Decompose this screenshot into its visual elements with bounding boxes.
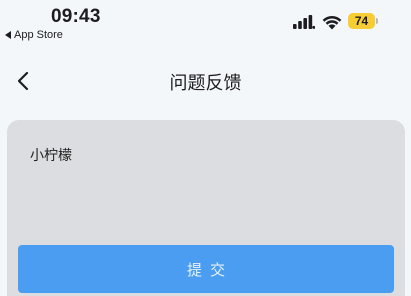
status-bar: 09:43 App Store 74: [0, 0, 411, 46]
wifi-icon: [322, 15, 342, 30]
battery-icon: 74: [348, 13, 378, 29]
back-triangle-icon: [5, 31, 11, 39]
back-app-label: App Store: [14, 29, 63, 41]
submit-button[interactable]: 提交: [18, 245, 394, 293]
page-title: 问题反馈: [169, 73, 242, 94]
feedback-text: 小柠檬: [30, 148, 72, 164]
back-to-app-store[interactable]: App Store: [5, 29, 63, 41]
navigation-bar: 问题反馈: [0, 58, 411, 106]
status-time: 09:43: [51, 6, 101, 27]
signal-icon: [293, 15, 315, 29]
battery-cap: [376, 18, 378, 24]
battery-level: 74: [348, 13, 375, 29]
